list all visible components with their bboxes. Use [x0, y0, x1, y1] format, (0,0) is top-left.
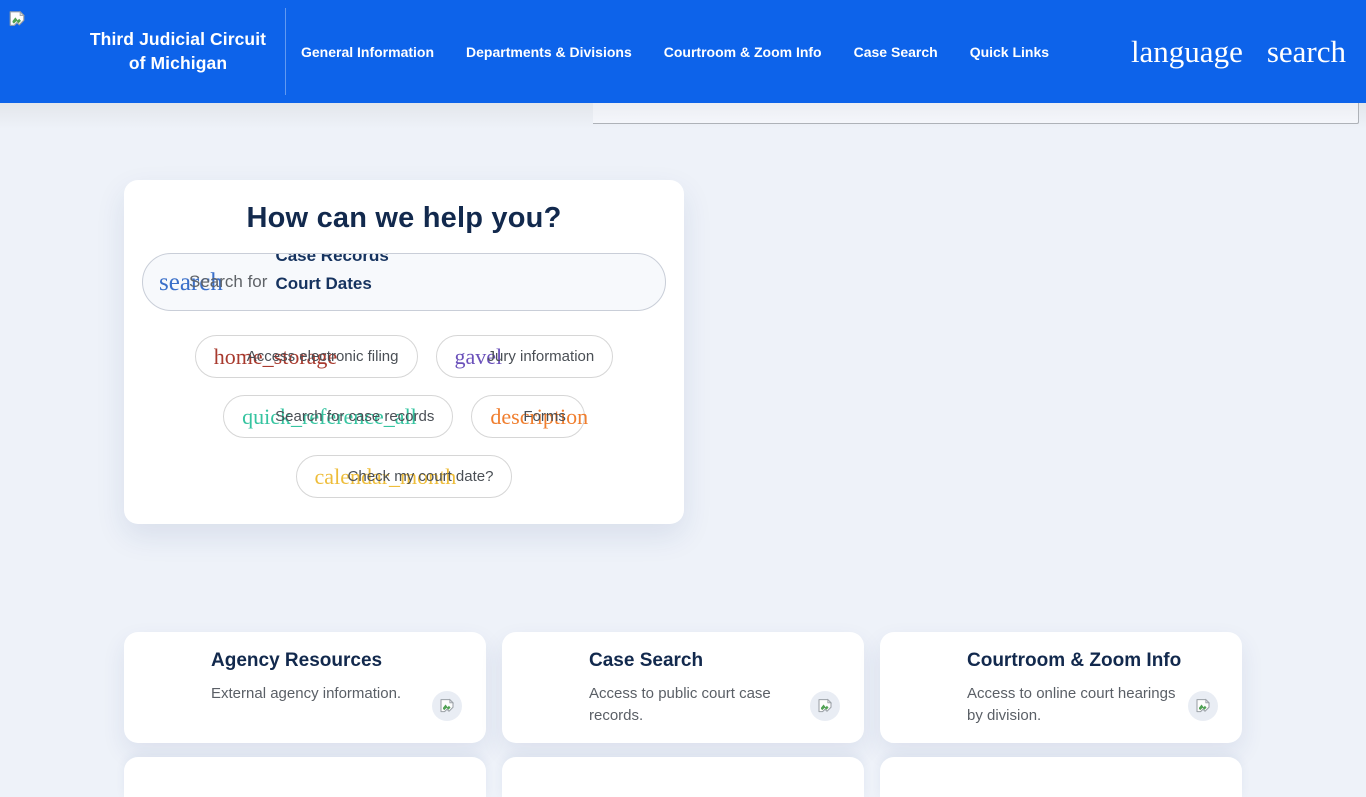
- header-divider: [285, 8, 286, 95]
- site-search-input[interactable]: search Search for Case Records Court Dat…: [142, 253, 666, 311]
- quick-reference-icon: quick_reference_all: [242, 406, 266, 428]
- card-description: External agency information.: [211, 683, 432, 705]
- description-icon: description: [490, 406, 514, 428]
- suggestion-case-records: Case Records: [275, 253, 388, 266]
- card-agency-resources[interactable]: Agency Resources External agency informa…: [124, 632, 486, 743]
- chip-forms[interactable]: description Forms: [471, 395, 585, 438]
- chip-label: Access electronic filing: [247, 348, 399, 365]
- card-body: External agency information.: [211, 683, 462, 721]
- card-case-search[interactable]: Case Search Access to public court case …: [502, 632, 864, 743]
- chip-row-3: calendar_month Check my court date?: [296, 455, 513, 498]
- card-body: Access to online court hearings by divis…: [967, 683, 1218, 727]
- brand-line1: Third Judicial Circuit: [70, 28, 286, 51]
- header-icon-group: language search: [1131, 0, 1346, 103]
- chip-search-case-records[interactable]: quick_reference_all Search for case reco…: [223, 395, 453, 438]
- card-title: Courtroom & Zoom Info: [967, 650, 1218, 672]
- broken-image-icon: [432, 691, 462, 721]
- main-nav: General Information Departments & Divisi…: [301, 0, 1049, 103]
- chip-label: Check my court date?: [348, 468, 494, 485]
- search-icon[interactable]: search: [1267, 36, 1346, 67]
- gavel-icon: gavel: [455, 346, 479, 368]
- card-description: Access to public court case records.: [589, 683, 810, 727]
- card-courtroom-zoom-info[interactable]: Courtroom & Zoom Info Access to online c…: [880, 632, 1242, 743]
- calendar-month-icon: calendar_month: [315, 466, 339, 488]
- card-body: Access to public court case records.: [589, 683, 840, 727]
- chip-access-electronic-filing[interactable]: home_storage Access electronic filing: [195, 335, 418, 378]
- search-suggestion-rotator: Case Records Court Dates: [275, 254, 665, 310]
- broken-image-icon: [1188, 691, 1218, 721]
- language-icon[interactable]: language: [1131, 36, 1243, 67]
- nav-case-search[interactable]: Case Search: [854, 44, 938, 60]
- chip-label: Search for case records: [275, 408, 434, 425]
- nav-general-information[interactable]: General Information: [301, 44, 434, 60]
- chip-label: Forms: [523, 408, 566, 425]
- chip-row-1: home_storage Access electronic filing ga…: [195, 335, 613, 378]
- card-description: Access to online court hearings by divis…: [967, 683, 1188, 727]
- home-storage-icon: home_storage: [214, 346, 238, 368]
- site-header: Third Judicial Circuit of Michigan Gener…: [0, 0, 1366, 103]
- broken-image-icon: [810, 691, 840, 721]
- nav-departments-divisions[interactable]: Departments & Divisions: [466, 44, 632, 60]
- peek-card[interactable]: [880, 757, 1242, 797]
- nav-courtroom-zoom-info[interactable]: Courtroom & Zoom Info: [664, 44, 822, 60]
- info-card-row: Agency Resources External agency informa…: [124, 632, 1242, 743]
- chip-check-court-date[interactable]: calendar_month Check my court date?: [296, 455, 513, 498]
- peek-card[interactable]: [124, 757, 486, 797]
- chip-jury-information[interactable]: gavel Jury information: [436, 335, 614, 378]
- card-title: Agency Resources: [211, 650, 462, 672]
- site-logo-broken-image-icon[interactable]: [8, 10, 26, 28]
- chip-label: Jury information: [488, 348, 595, 365]
- quick-action-chips: home_storage Access electronic filing ga…: [124, 335, 684, 498]
- card-title: Case Search: [589, 650, 840, 672]
- suggestion-court-dates: Court Dates: [275, 274, 371, 294]
- chip-row-2: quick_reference_all Search for case reco…: [223, 395, 585, 438]
- search-placeholder: Search for: [189, 272, 267, 292]
- brand-line2: of Michigan: [70, 52, 286, 75]
- site-brand[interactable]: Third Judicial Circuit of Michigan: [70, 0, 286, 103]
- search-icon: search: [159, 270, 183, 295]
- help-card: How can we help you? search Search for C…: [124, 180, 684, 524]
- page-title: How can we help you?: [124, 202, 684, 235]
- peek-card[interactable]: [502, 757, 864, 797]
- nav-quick-links[interactable]: Quick Links: [970, 44, 1049, 60]
- info-card-row-2-peek: [124, 757, 1242, 797]
- search-dropdown-panel[interactable]: [593, 103, 1359, 124]
